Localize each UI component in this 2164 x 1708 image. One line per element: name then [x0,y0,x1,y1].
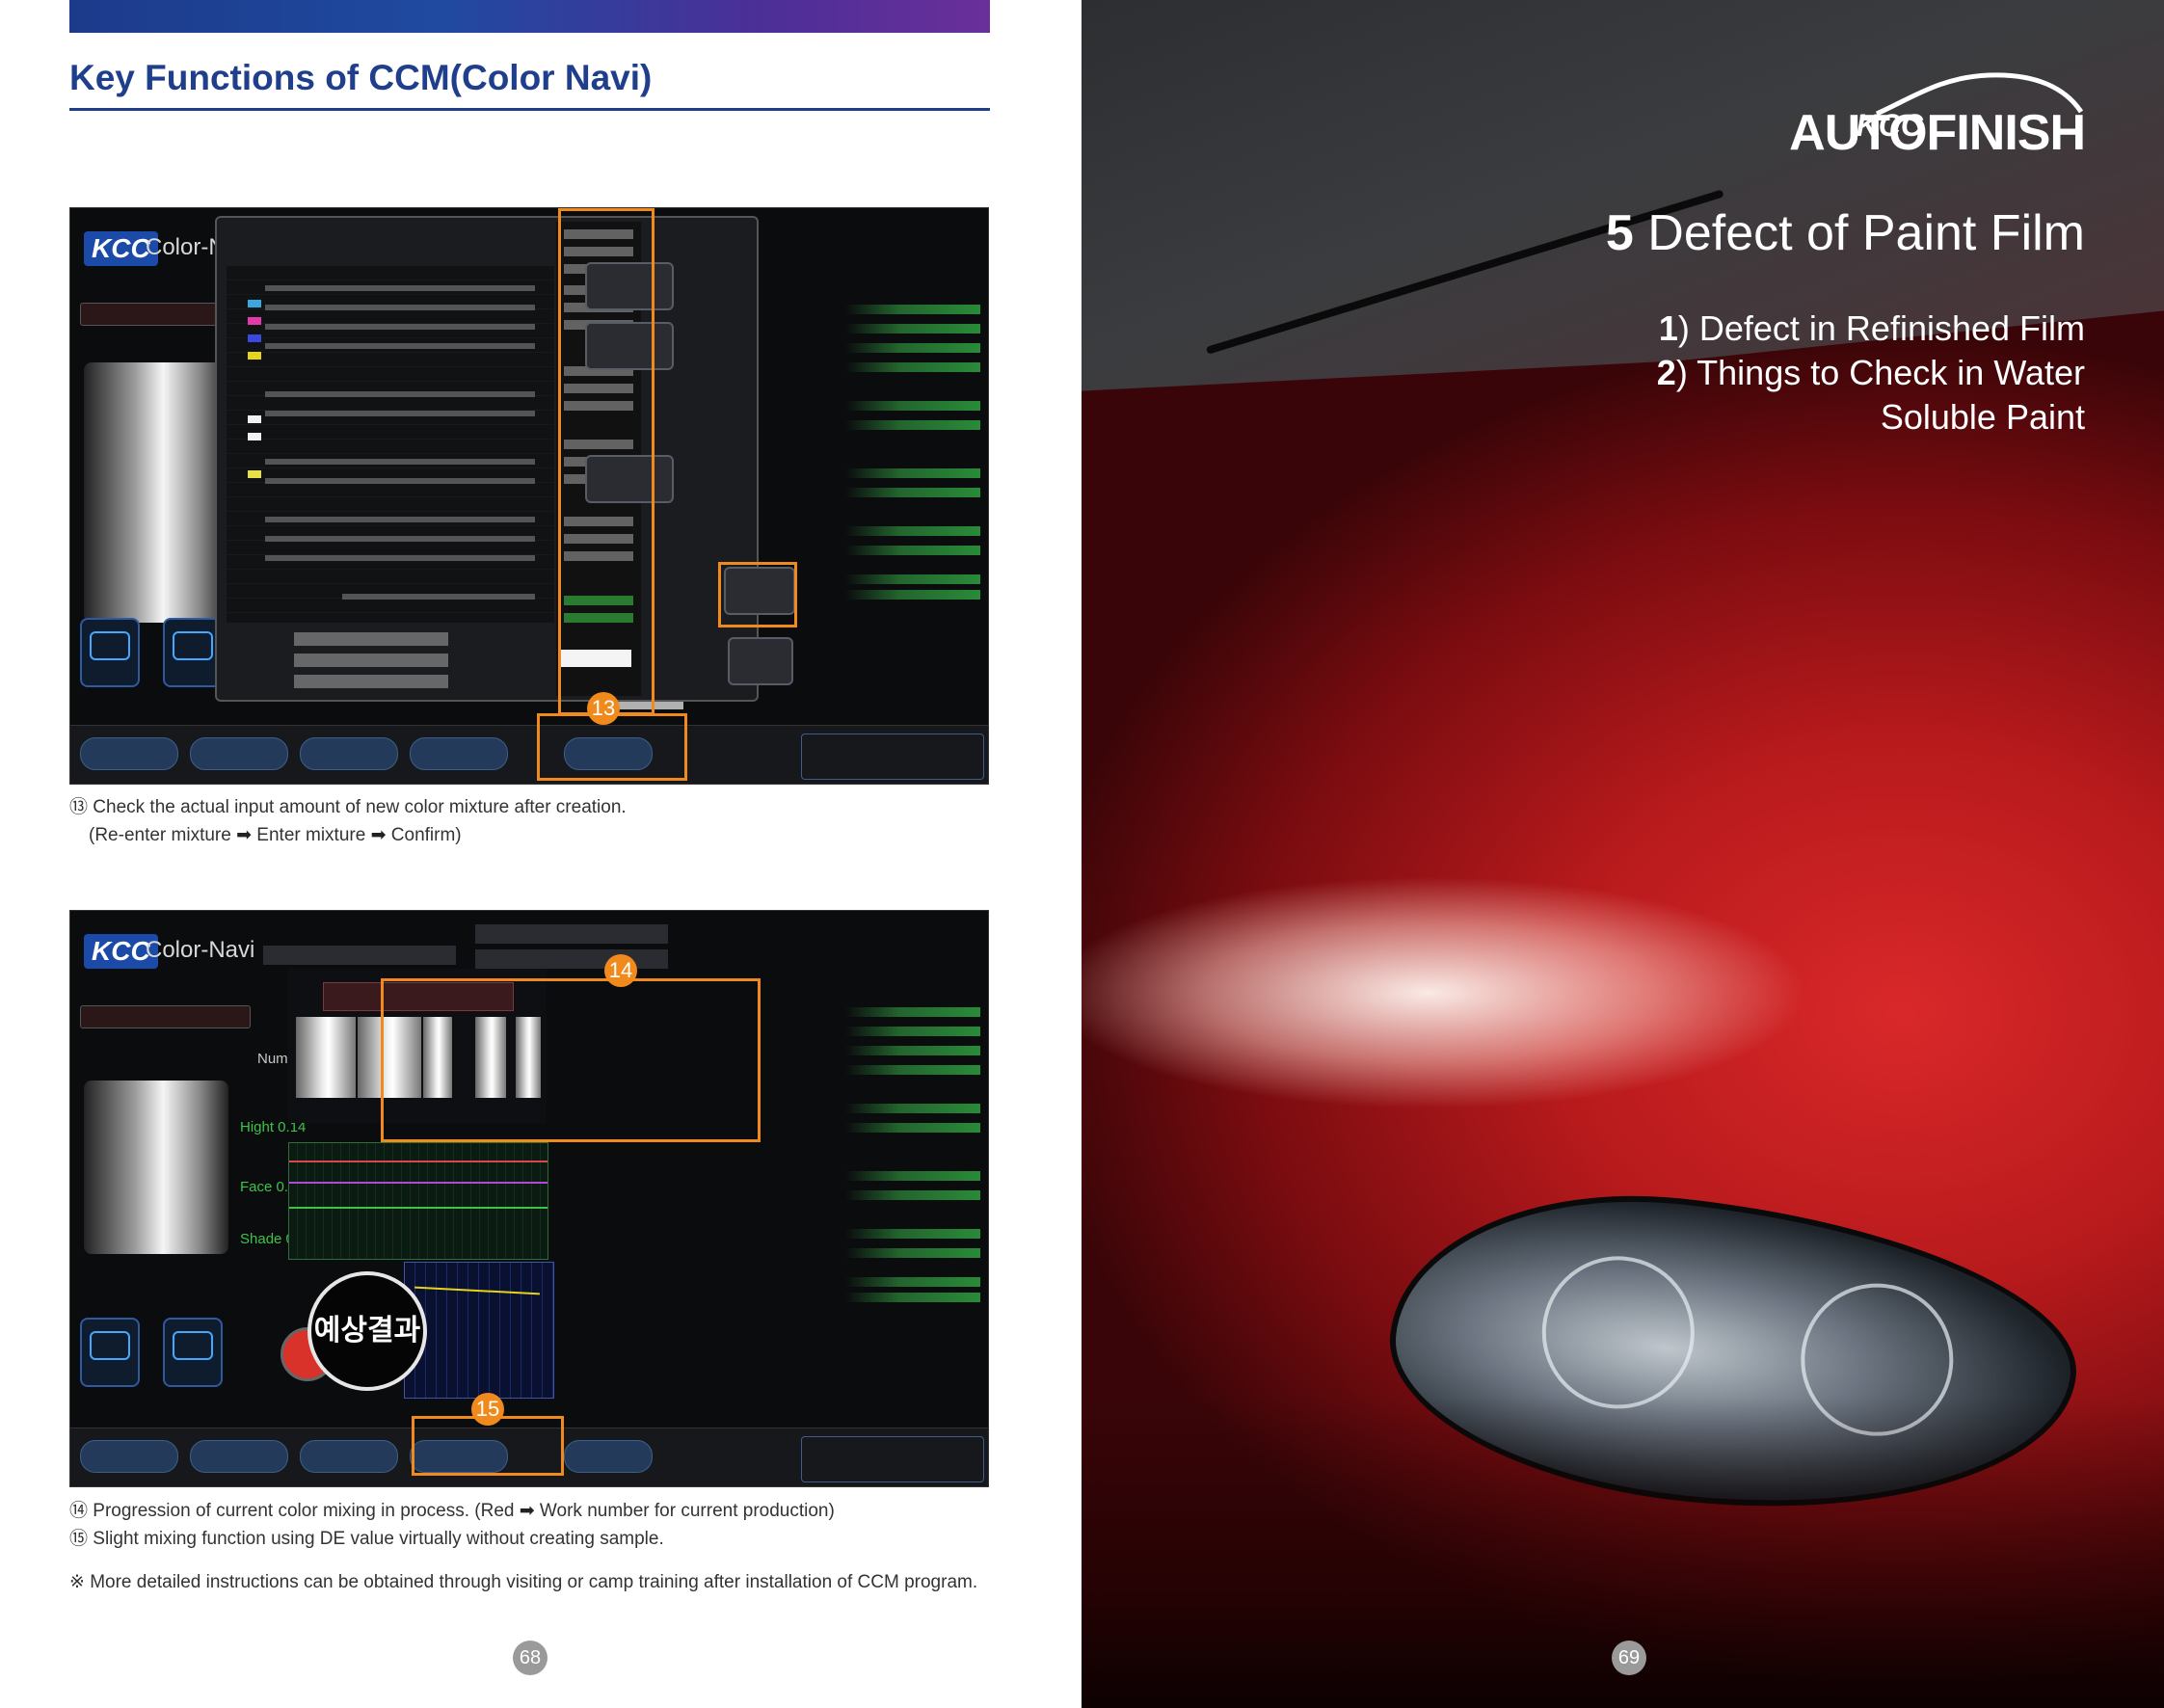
page-number-left: 68 [513,1641,548,1675]
header-gradient-bar [69,0,990,33]
right-page-cover: KCC AUTOFINISH 5 Defect of Paint Film 1)… [1082,0,2164,1708]
mixture-table [227,266,554,623]
chapter-contents: 1) Defect in Refinished Film 2) Things t… [1657,307,2085,440]
cancel-button[interactable] [728,637,793,685]
caption-note: ※ More detailed instructions can be obta… [69,1572,978,1592]
color-swatch-preview [84,1081,228,1254]
app-name: Color-N [146,234,226,260]
page-number-right: 69 [1612,1641,1646,1675]
caption-13: ⑬ Check the actual input amount of new c… [69,797,627,845]
ccm-screenshot-2: KCC Color-Navi Number: 003 Hight 0.14 Fa… [69,910,989,1487]
toc-item: Soluble Paint [1880,397,2085,437]
step-badge-13: 13 [587,692,620,725]
formula-readout [836,988,980,1306]
lamp-icon [163,618,223,687]
highlight-mixture-button [537,713,687,781]
mixing-progress-plot [288,1142,548,1260]
toc-item: 1) Defect in Refinished Film [1658,308,2085,348]
highlight-confirm [718,562,797,627]
formula-readout [836,285,980,603]
caption-14-15: ⑭ Progression of current color mixing in… [69,1501,835,1549]
autofinish-brand: AUTOFINISH [1789,105,2086,161]
section-title: Key Functions of CCM(Color Navi) [69,58,653,97]
toolbar-field [263,946,456,965]
sidebar-field [80,1005,251,1028]
left-page: Key Functions of CCM(Color Navi) KCC Col… [0,0,1082,1708]
ccm-screenshot-1: KCC Color-N 13 [69,207,989,785]
lamp-icon [163,1318,223,1387]
step-badge-15: 15 [471,1393,504,1426]
chapter-title: 5 Defect of Paint Film [1605,205,2085,261]
predicted-result-button[interactable]: 예상결과 [307,1271,427,1391]
highlight-progress-panel [381,978,761,1142]
lamp-icon [80,618,140,687]
title-divider [69,108,990,111]
app-name: Color-Navi [146,937,255,963]
mixture-input-dialog [215,216,759,702]
step-badge-14: 14 [604,954,637,987]
bottom-toolbar [70,725,988,784]
toolbar-field [475,949,668,969]
lamp-icon [80,1318,140,1387]
color-swatch-preview [84,362,228,623]
toolbar-field [475,924,668,944]
toc-item: 2) Things to Check in Water [1656,353,2085,392]
highlight-actual-input [558,208,655,715]
